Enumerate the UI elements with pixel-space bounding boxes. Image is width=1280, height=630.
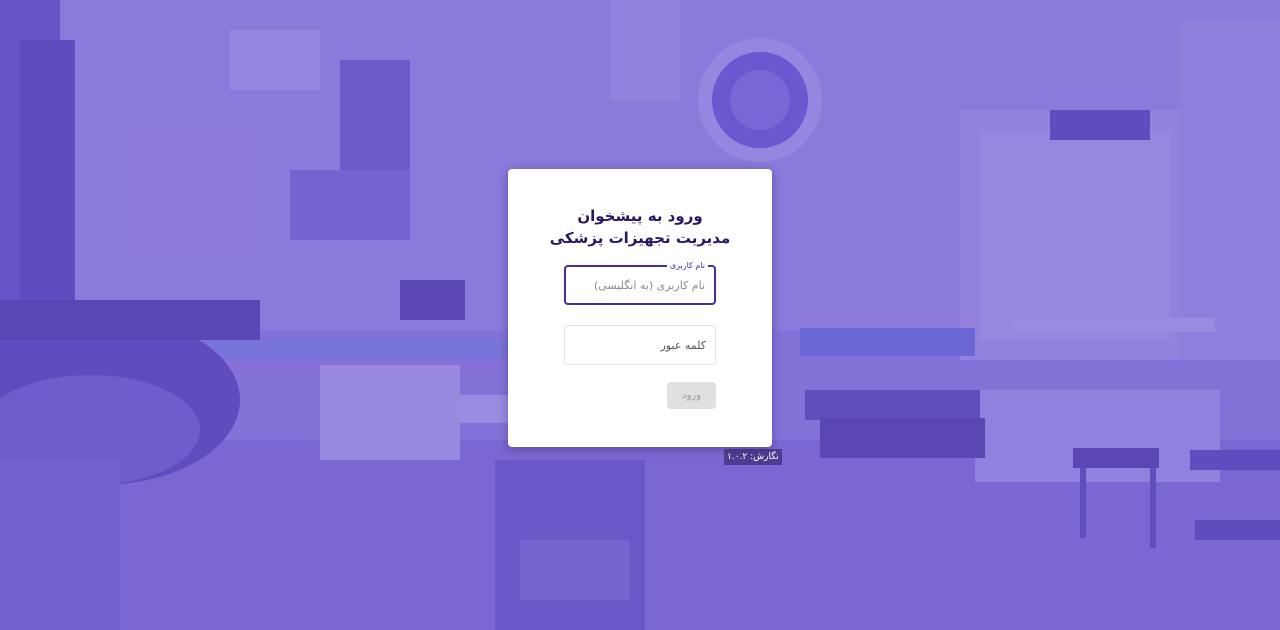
login-button[interactable]: ورود xyxy=(667,382,716,409)
password-input[interactable] xyxy=(565,326,715,364)
version-label: نگارش: ۱.۰.۲ xyxy=(724,449,782,465)
password-field[interactable] xyxy=(564,325,716,365)
login-title-line-1: ورود به پیشخوان xyxy=(577,207,703,225)
login-page: ورود به پیشخوان مدیریت تجهیزات پزشکی نام… xyxy=(0,0,1280,630)
username-field[interactable]: نام کاربری xyxy=(564,260,716,305)
login-title-line-2: مدیریت تجهیزات پزشکی xyxy=(549,229,731,247)
login-card: ورود به پیشخوان مدیریت تجهیزات پزشکی نام… xyxy=(508,169,772,447)
login-title: ورود به پیشخوان مدیریت تجهیزات پزشکی xyxy=(508,205,772,249)
username-input[interactable] xyxy=(566,267,714,303)
